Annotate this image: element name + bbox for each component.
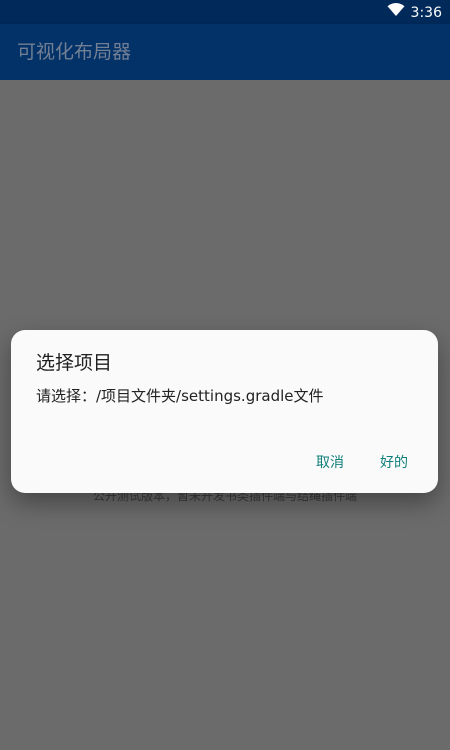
dialog-message: 请选择：/项目文件夹/settings.gradle文件 [36, 387, 324, 405]
clock-time: 3:36 [410, 4, 442, 21]
app-title: 可视化布局器 [17, 41, 132, 63]
status-icons: 3:36 [387, 3, 442, 22]
cancel-button[interactable]: 取消 [312, 451, 348, 475]
wifi-icon [387, 3, 405, 22]
app-bar: 可视化布局器 [0, 24, 450, 80]
select-project-dialog: 选择项目 请选择：/项目文件夹/settings.gradle文件 取消 好的 [11, 330, 438, 493]
screen: 3:36 可视化布局器 公开测试版本，暂未开发书类插件端与结绳插件端 选择项目 … [0, 0, 450, 750]
dialog-title: 选择项目 [36, 352, 113, 374]
ok-button[interactable]: 好的 [376, 451, 412, 475]
status-bar: 3:36 [0, 0, 450, 24]
